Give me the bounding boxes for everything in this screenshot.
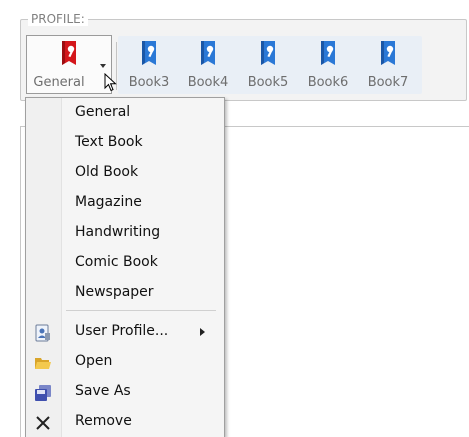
menu-item-user-profile[interactable]: User Profile... [26,317,224,347]
toolbar-book6-label: Book6 [307,75,349,90]
menu-item-open[interactable]: Open [26,347,224,377]
menu-item-label: Old Book [75,164,139,180]
menu-item-label: Handwriting [75,224,161,240]
toolbar-book7[interactable]: Book7 [359,37,417,93]
blue-book-wrench-icon [142,41,156,65]
toolbar-book7-label: Book7 [367,75,409,90]
menu-item-text-book[interactable]: Text Book [26,128,224,158]
user-profile-icon [35,324,50,342]
menu-item-handwriting[interactable]: Handwriting [26,218,224,248]
toolbar-book3-label: Book3 [128,75,170,90]
toolbar-book5[interactable]: Book5 [239,37,297,93]
profile-dropdown-menu: General Text Book Old Book Magazine Hand… [25,97,225,437]
mouse-cursor-icon [104,73,117,92]
menu-item-old-book[interactable]: Old Book [26,158,224,188]
blue-book-wrench-icon [381,41,395,65]
toolbar-book4[interactable]: Book4 [179,37,237,93]
general-profile-label: General [33,75,85,90]
menu-item-label: Open [75,353,113,369]
toolbar-book3[interactable]: Book3 [120,37,178,93]
menu-item-remove[interactable]: Remove [26,407,224,437]
save-as-icon [35,385,51,401]
menu-item-newspaper[interactable]: Newspaper [26,278,224,308]
menu-item-label: Magazine [75,194,142,210]
menu-item-save-as[interactable]: Save As [26,377,224,407]
blue-book-wrench-icon [201,41,215,65]
menu-item-label: Comic Book [75,254,158,270]
menu-separator [66,310,216,311]
menu-item-comic-book[interactable]: Comic Book [26,248,224,278]
menu-item-label: Save As [75,383,131,399]
menu-item-label: Remove [75,413,132,429]
folder-open-icon [35,358,51,369]
menu-item-label: Text Book [75,134,143,150]
toolbar-book5-label: Book5 [247,75,289,90]
menu-item-label: User Profile... [75,323,169,339]
blue-book-wrench-icon [321,41,335,65]
red-book-wrench-icon [62,41,76,65]
submenu-arrow-icon [200,328,205,336]
remove-x-icon [36,416,50,430]
toolbar-book4-label: Book4 [187,75,229,90]
profile-dropdown-arrow[interactable] [100,64,106,68]
menu-item-label: General [75,104,131,120]
toolbar-book6[interactable]: Book6 [299,37,357,93]
menu-item-label: Newspaper [75,284,154,300]
menu-item-magazine[interactable]: Magazine [26,188,224,218]
blue-book-wrench-icon [261,41,275,65]
profile-group-label: PROFILE: [28,12,88,26]
menu-item-general[interactable]: General [26,98,224,128]
